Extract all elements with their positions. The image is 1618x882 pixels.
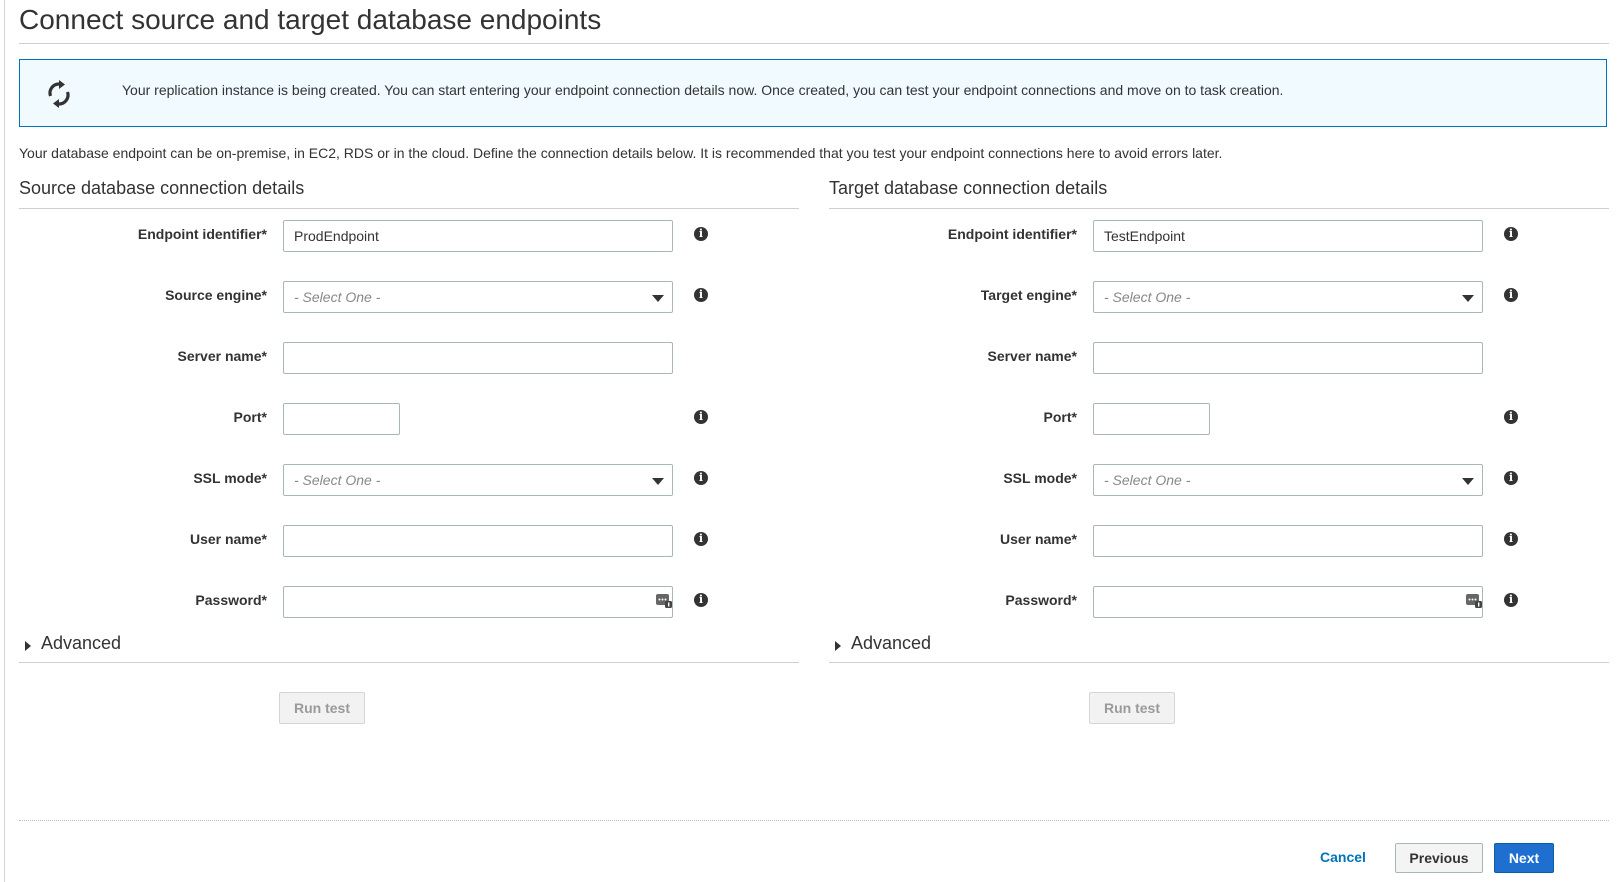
source-password-input[interactable] bbox=[283, 586, 673, 618]
source-engine-select[interactable]: - Select One - bbox=[283, 281, 673, 313]
target-server-input[interactable] bbox=[1093, 342, 1483, 374]
target-advanced-divider bbox=[829, 662, 1609, 663]
footer-divider bbox=[19, 820, 1609, 821]
next-button[interactable]: Next bbox=[1494, 843, 1554, 873]
page-title: Connect source and target database endpo… bbox=[19, 4, 602, 35]
chevron-down-icon bbox=[652, 478, 664, 485]
target-advanced-label: Advanced bbox=[851, 633, 932, 653]
target-endpoint-label: Endpoint identifier* bbox=[947, 226, 1077, 242]
target-password-label: Password* bbox=[1005, 592, 1077, 608]
info-icon[interactable]: i bbox=[694, 593, 708, 607]
target-ssl-select[interactable]: - Select One - bbox=[1093, 464, 1483, 496]
info-icon[interactable]: i bbox=[694, 227, 708, 241]
target-user-input[interactable] bbox=[1093, 525, 1483, 557]
info-icon[interactable]: i bbox=[694, 532, 708, 546]
target-section: Target database connection details Endpo… bbox=[829, 178, 1609, 758]
source-server-label: Server name* bbox=[177, 348, 267, 364]
target-engine-label: Target engine* bbox=[980, 287, 1077, 303]
info-icon[interactable]: i bbox=[1504, 593, 1518, 607]
caret-right-icon bbox=[835, 641, 841, 651]
chevron-down-icon bbox=[1462, 478, 1474, 485]
target-run-test-button[interactable]: Run test bbox=[1089, 692, 1175, 724]
chevron-down-icon bbox=[652, 295, 664, 302]
password-manager-icon[interactable] bbox=[1466, 594, 1482, 608]
source-advanced-divider bbox=[19, 662, 799, 663]
target-engine-value: - Select One - bbox=[1104, 289, 1191, 305]
caret-right-icon bbox=[25, 641, 31, 651]
target-advanced-toggle[interactable]: Advanced bbox=[829, 633, 1609, 663]
info-banner: Your replication instance is being creat… bbox=[19, 59, 1607, 127]
info-icon[interactable]: i bbox=[1504, 410, 1518, 424]
target-port-input[interactable] bbox=[1093, 403, 1210, 435]
source-ssl-label: SSL mode* bbox=[193, 470, 267, 486]
source-password-label: Password* bbox=[195, 592, 267, 608]
previous-button[interactable]: Previous bbox=[1395, 843, 1483, 873]
source-ssl-value: - Select One - bbox=[294, 472, 381, 488]
info-icon[interactable]: i bbox=[694, 288, 708, 302]
source-section: Source database connection details Endpo… bbox=[19, 178, 799, 758]
source-engine-label: Source engine* bbox=[165, 287, 267, 303]
intro-text: Your database endpoint can be on-premise… bbox=[19, 145, 1223, 161]
target-endpoint-input[interactable] bbox=[1093, 220, 1483, 252]
title-divider bbox=[19, 43, 1609, 44]
source-endpoint-label: Endpoint identifier* bbox=[137, 226, 267, 242]
info-icon[interactable]: i bbox=[694, 471, 708, 485]
source-advanced-toggle[interactable]: Advanced bbox=[19, 633, 799, 663]
source-endpoint-input[interactable] bbox=[283, 220, 673, 252]
source-port-input[interactable] bbox=[283, 403, 400, 435]
info-icon[interactable]: i bbox=[694, 410, 708, 424]
password-manager-icon[interactable] bbox=[656, 594, 672, 608]
target-user-label: User name* bbox=[999, 531, 1077, 547]
refresh-icon bbox=[48, 80, 70, 108]
target-server-label: Server name* bbox=[987, 348, 1077, 364]
info-icon[interactable]: i bbox=[1504, 471, 1518, 485]
target-section-title: Target database connection details bbox=[829, 178, 1108, 198]
source-user-input[interactable] bbox=[283, 525, 673, 557]
target-ssl-value: - Select One - bbox=[1104, 472, 1191, 488]
target-ssl-label: SSL mode* bbox=[1003, 470, 1077, 486]
target-section-divider bbox=[829, 208, 1609, 209]
info-icon[interactable]: i bbox=[1504, 288, 1518, 302]
page-left-border bbox=[4, 0, 5, 882]
source-section-divider bbox=[19, 208, 799, 209]
chevron-down-icon bbox=[1462, 295, 1474, 302]
source-port-label: Port* bbox=[233, 409, 267, 425]
source-run-test-button[interactable]: Run test bbox=[279, 692, 365, 724]
target-engine-select[interactable]: - Select One - bbox=[1093, 281, 1483, 313]
info-icon[interactable]: i bbox=[1504, 227, 1518, 241]
target-password-input[interactable] bbox=[1093, 586, 1483, 618]
source-advanced-label: Advanced bbox=[41, 633, 122, 653]
source-user-label: User name* bbox=[189, 531, 267, 547]
banner-message: Your replication instance is being creat… bbox=[122, 82, 1284, 98]
cancel-link[interactable]: Cancel bbox=[1320, 849, 1366, 865]
source-section-title: Source database connection details bbox=[19, 178, 305, 198]
source-server-input[interactable] bbox=[283, 342, 673, 374]
source-ssl-select[interactable]: - Select One - bbox=[283, 464, 673, 496]
info-icon[interactable]: i bbox=[1504, 532, 1518, 546]
target-port-label: Port* bbox=[1043, 409, 1077, 425]
source-engine-value: - Select One - bbox=[294, 289, 381, 305]
